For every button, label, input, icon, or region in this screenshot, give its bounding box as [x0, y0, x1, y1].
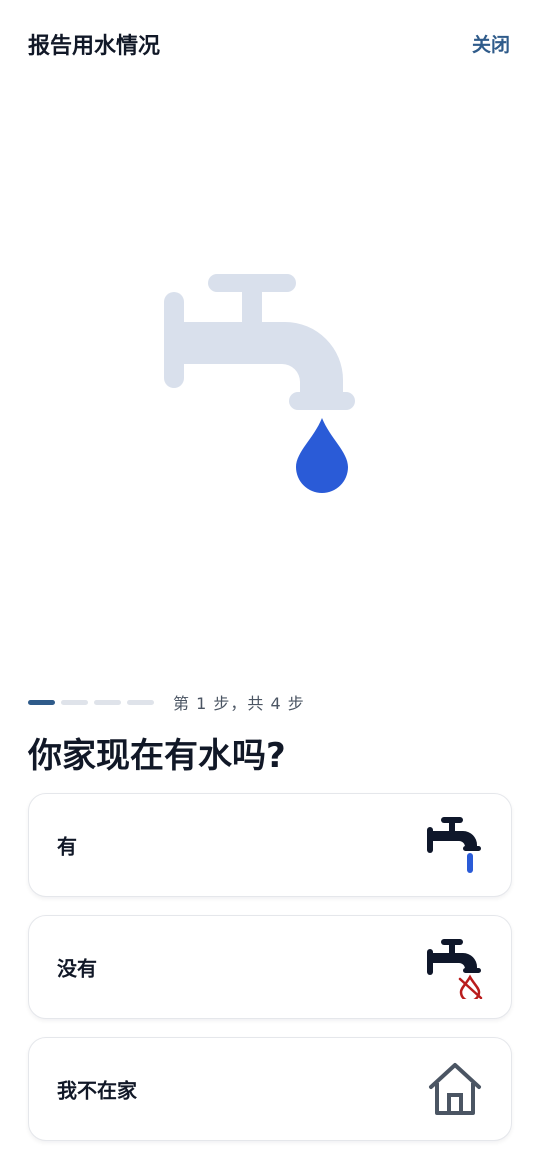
question-heading: 你家现在有水吗? — [28, 736, 286, 776]
option-label: 有 — [57, 834, 77, 859]
step-progress: 第 1 步，共 4 步 — [28, 690, 512, 714]
option-label: 我不在家 — [57, 1078, 137, 1103]
step-indicator-text: 第 1 步，共 4 步 — [173, 694, 305, 713]
option-yes-button[interactable]: 有 — [28, 793, 512, 897]
option-no-button[interactable]: 没有 — [28, 915, 512, 1019]
progress-segment-1 — [28, 700, 55, 705]
progress-segment-2 — [61, 700, 88, 705]
page-title: 报告用水情况 — [28, 34, 161, 59]
faucet-running-icon — [427, 817, 481, 873]
progress-segment-3 — [94, 700, 121, 705]
option-not-home-button[interactable]: 我不在家 — [28, 1037, 512, 1141]
close-button[interactable]: 关闭 — [472, 30, 510, 57]
option-label: 没有 — [57, 956, 97, 981]
faucet-no-water-icon — [427, 939, 483, 999]
faucet-hero-icon — [164, 274, 355, 493]
header: 报告用水情况 关闭 — [0, 0, 540, 86]
progress-segment-4 — [127, 700, 154, 705]
house-icon — [429, 1063, 481, 1115]
